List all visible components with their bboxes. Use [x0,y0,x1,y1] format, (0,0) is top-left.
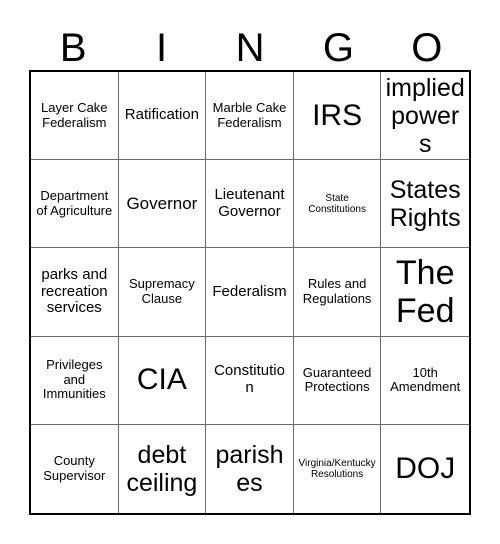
bingo-cell-label: County Supervisor [43,453,106,483]
bingo-cell-r4c5[interactable]: 10th Amendment [381,336,469,425]
bingo-cell-r4c4[interactable]: Guaranteed Protections [293,336,382,425]
bingo-cell-r2c4[interactable]: State Constitutions [293,160,382,249]
bingo-cell-r5c4[interactable]: Virginia/Kentucky Resolutions [293,424,382,513]
bingo-cell-r3c5[interactable]: The Fed [381,248,469,337]
bingo-cell-label: States Rights [389,175,461,232]
bingo-cell-label: debt ceiling [126,440,198,497]
bingo-cell-r5c2[interactable]: debt ceiling [118,424,207,513]
bingo-header-letter-o: O [411,26,443,70]
bingo-cell-label: Ratification [124,106,199,124]
bingo-cell-r3c1[interactable]: parks and recreation services [31,248,119,337]
bingo-cell-label: Marble Cake Federalism [212,100,287,130]
bingo-cell-r5c1[interactable]: County Supervisor [31,424,119,513]
bingo-header-letter-b: B [59,26,87,70]
bingo-cell-label: Lieutenant Governor [214,185,285,220]
bingo-cell-label: 10th Amendment [390,364,461,395]
bingo-cell-label: Federalism [212,282,287,300]
bingo-cell-r1c3[interactable]: Marble Cake Federalism [206,72,294,161]
bingo-cell-label: The Fed [395,253,455,330]
bingo-cell-label: Privileges and Immunities [42,357,106,402]
bingo-cell-r3c2[interactable]: Supremacy Clause [118,248,207,337]
bingo-grid: Layer Cake Federalism Ratification Marble … [29,70,471,515]
bingo-cell-r4c2[interactable]: CIA [118,336,207,425]
bingo-cell-label: Virginia/Kentucky Resolutions [298,457,376,480]
bingo-cell-r3c4[interactable]: Rules and Regulations [293,248,382,337]
bingo-cell-r2c5[interactable]: States Rights [381,160,469,249]
bingo-cell-r1c5[interactable]: implied powers [381,72,469,161]
bingo-cell-label: CIA [136,363,187,397]
bingo-header-letter-i: I [156,26,168,70]
bingo-cell-label: DOJ [395,452,456,486]
bingo-cell-label: parks and recreation services [40,265,108,317]
bingo-cell-r2c3[interactable]: Lieutenant Governor [206,160,294,249]
bingo-cell-label: Supremacy Clause [129,276,195,306]
bingo-cell-r2c1[interactable]: Department of Agriculture [31,160,119,249]
bingo-cell-r1c1[interactable]: Layer Cake Federalism [31,72,119,161]
bingo-cell-r5c5[interactable]: DOJ [381,424,469,513]
bingo-cell-label: implied powers [385,73,465,158]
bingo-cell-label: Rules and Regulations [302,276,372,306]
bingo-cell-label: IRS [312,98,363,132]
bingo-header-letter-n: N [235,26,265,70]
bingo-cell-label: parishes [215,440,284,497]
bingo-cell-label: Layer Cake Federalism [41,100,108,130]
bingo-card: B I N G O Layer Cake Federalism Ratificat… [0,0,500,544]
bingo-cell-r1c4[interactable]: IRS [293,72,382,161]
bingo-cell-r4c3[interactable]: Constitution [206,336,294,425]
bingo-cell-label: State Constitutions [308,192,366,215]
bingo-cell-r4c1[interactable]: Privileges and Immunities [31,336,119,425]
bingo-cell-r3c3[interactable]: Federalism [206,248,294,337]
bingo-header-letter-g: G [322,26,354,70]
bingo-cell-label: Guaranteed Protections [302,364,372,395]
bingo-header-row: B I N G O [29,16,471,70]
bingo-cell-label: Department of Agriculture [36,188,113,218]
bingo-cell-r1c2[interactable]: Ratification [118,72,207,161]
bingo-cell-label: Constitution [214,362,285,397]
bingo-cell-r2c2[interactable]: Governor [118,160,207,249]
bingo-cell-label: Governor [126,194,198,214]
bingo-cell-r5c3[interactable]: parishes [206,424,294,513]
